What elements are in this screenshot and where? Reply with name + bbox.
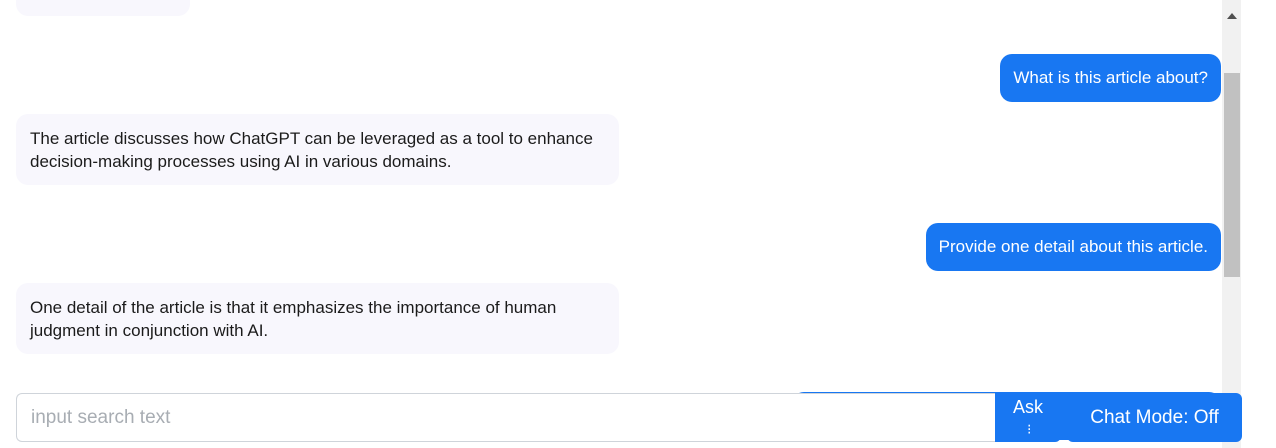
ask-button[interactable]: Ask ⁝ — [995, 393, 1061, 442]
chat-messages-area: What is this article about? The article … — [0, 0, 1222, 448]
bot-message: One detail of the article is that it emp… — [16, 283, 619, 354]
loading-spinner-icon: ⁝ — [1027, 420, 1032, 437]
user-message: What is this article about? — [1000, 54, 1221, 102]
user-message-text: Provide one detail about this article. — [938, 237, 1208, 256]
scroll-up-arrow-icon[interactable] — [1227, 13, 1237, 19]
chat-mode-label: Chat Mode: Off — [1090, 406, 1219, 428]
chat-mode-toggle-button[interactable]: Chat Mode: Off — [1067, 393, 1242, 442]
user-message: Provide one detail about this article. — [925, 223, 1221, 271]
search-input[interactable] — [16, 393, 996, 442]
ask-button-label: Ask — [1013, 396, 1044, 417]
bot-message: The article discusses how ChatGPT can be… — [16, 114, 619, 185]
bot-message-text: The article discusses how ChatGPT can be… — [30, 129, 593, 171]
bot-message-partial — [16, 0, 190, 16]
bot-message-text: One detail of the article is that it emp… — [30, 298, 557, 340]
scrollbar-thumb[interactable] — [1224, 73, 1240, 277]
user-message-text: What is this article about? — [1013, 68, 1208, 87]
